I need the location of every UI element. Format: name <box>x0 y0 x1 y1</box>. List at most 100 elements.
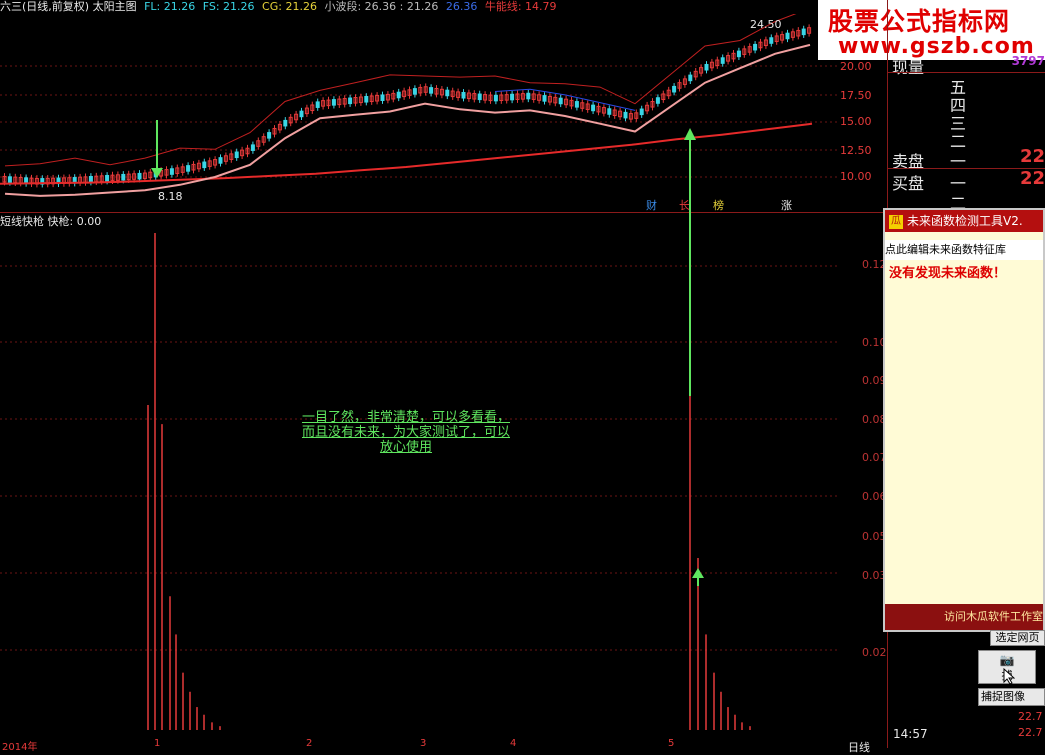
y-tick-main: 12.50 <box>840 144 872 157</box>
signal-arrow-2 <box>684 128 696 396</box>
candle-body <box>186 165 191 172</box>
mouse-cursor-glyph <box>1003 667 1016 685</box>
y-tick-main: 17.50 <box>840 89 872 102</box>
candle-body <box>477 93 482 101</box>
x-axis: 2014年 1 2 3 4 5 <box>0 738 840 753</box>
main-grid <box>0 65 840 178</box>
niuneng-value: 牛能线: 14.79 <box>484 0 557 13</box>
cursor-shape <box>1003 667 1016 685</box>
y-axis: 20.00 17.50 15.00 12.50 10.00 0.12 0.10 … <box>840 14 888 754</box>
price-high-label: 24.50 <box>750 18 782 31</box>
y-tick-sub: 0.02 <box>862 646 887 659</box>
tag-zhang[interactable]: 涨 <box>781 197 792 213</box>
candle-body <box>623 111 628 119</box>
candle-body <box>542 95 547 102</box>
candle-body <box>169 168 174 175</box>
panel-title-bar[interactable]: 瓜未来函数检测工具V2. <box>885 210 1043 232</box>
candle-body <box>704 63 709 71</box>
y-tick-main: 15.00 <box>840 115 872 128</box>
candle-body <box>639 108 644 116</box>
candle-body <box>526 92 531 100</box>
candle-body <box>574 101 579 108</box>
candle-body <box>445 89 450 97</box>
chart-title: 六三(日线,前复权) 太阳主图 <box>0 0 137 13</box>
indicator-grid <box>0 265 840 651</box>
fs-value: FS: 21.26 <box>202 0 255 13</box>
visit-studio-link[interactable]: 访问木瓜软件工作室 <box>885 604 1043 630</box>
edit-library-link[interactable]: 点此编辑未来函数特征库 <box>885 240 1043 260</box>
x-tick: 3 <box>420 738 427 749</box>
panel-divider <box>0 212 888 213</box>
candle-body <box>655 97 660 104</box>
indicator-spikes <box>147 233 751 730</box>
xiaobo-value: 小波段: 26.36 : 21.26 <box>324 0 439 13</box>
quote-board: 现量 3797 五 四 三 二 卖盘 一 22 买盘 一 22 二 <box>888 54 1045 214</box>
candle-body <box>283 119 288 127</box>
candle-body <box>202 161 207 169</box>
annotation-note: 一目了然，非常清楚，可以多看看，而且没有未来，为大家测试了，可以放心使用 <box>301 410 510 455</box>
candle-body <box>688 74 693 82</box>
cg-value: CG: 21.26 <box>262 0 317 13</box>
tag-cai[interactable]: 财 <box>646 197 657 213</box>
signal-arrow-3 <box>692 568 704 586</box>
price-low-label: 8.18 <box>158 190 183 203</box>
main-price-chart[interactable] <box>0 14 840 212</box>
candle-body <box>461 91 466 99</box>
candle-body <box>607 108 612 115</box>
candle-body <box>736 50 741 58</box>
x-tick: 1 <box>154 738 161 749</box>
candle-body <box>267 132 272 139</box>
candle-body <box>250 144 255 151</box>
result-message: 没有发现未来函数！ <box>889 266 1007 281</box>
candle-body <box>88 176 93 183</box>
time-label: 14:57 <box>893 727 928 741</box>
future-function-panel[interactable]: 瓜未来函数检测工具V2. 点此编辑未来函数特征库 没有发现未来函数！ 访问木瓜软… <box>883 208 1045 632</box>
candle-body <box>493 94 498 102</box>
last-price-2: 22.7 <box>1018 726 1043 739</box>
quote-separator <box>888 72 1045 73</box>
candle-body <box>396 91 401 99</box>
y-tick-main: 10.00 <box>840 170 872 183</box>
xiaobo-extra: 26.36 <box>445 0 478 13</box>
candle-body <box>380 94 385 102</box>
volume-value: 3797 <box>1011 54 1045 68</box>
candle-body <box>234 151 239 159</box>
candle-body <box>299 110 304 118</box>
candle-body <box>591 104 596 112</box>
candle-body <box>105 174 110 182</box>
fl-value: FL: 21.26 <box>144 0 196 13</box>
candle-body <box>218 157 223 164</box>
chart-info-bar: 六三(日线,前复权) 太阳主图 FL: 21.26 FS: 21.26 CG: … <box>0 0 820 14</box>
x-tick: 4 <box>510 738 517 749</box>
candle-body <box>769 37 774 44</box>
camera-icon: 📷 <box>999 653 1015 667</box>
buy-label: 买盘 <box>892 174 925 193</box>
candle-body <box>558 97 563 105</box>
candle-body <box>672 85 677 93</box>
sell-price: 22 <box>1019 146 1045 167</box>
candle-body <box>412 88 417 95</box>
day-label[interactable]: 日线 <box>848 739 870 755</box>
candle-body <box>137 172 142 180</box>
volume-label: 现量 <box>892 58 925 77</box>
x-tick: 2 <box>306 738 313 749</box>
x-tick: 5 <box>668 738 675 749</box>
buy-price: 22 <box>1019 168 1045 189</box>
capture-image-button[interactable]: 捕捉图像 <box>978 688 1045 706</box>
candle-body <box>801 28 806 36</box>
y-tick-main: 20.00 <box>840 60 872 73</box>
candle-body <box>7 176 12 183</box>
tag-bang[interactable]: 榜 <box>713 197 724 213</box>
candle-body <box>121 173 126 181</box>
last-price-1: 22.7 <box>1018 710 1043 723</box>
candle-body <box>348 97 353 105</box>
candle-body <box>315 101 320 108</box>
x-tick: 2014年 <box>2 742 38 753</box>
papaya-icon: 瓜 <box>889 214 903 229</box>
indicator-label: 短线快枪 快枪: 0.00 <box>0 215 102 228</box>
indicator-chart[interactable] <box>0 228 840 738</box>
select-webpage-button[interactable]: 选定网页 <box>990 630 1045 646</box>
candle-body <box>753 43 758 51</box>
candle-body <box>785 32 790 40</box>
candle-body <box>364 95 369 103</box>
